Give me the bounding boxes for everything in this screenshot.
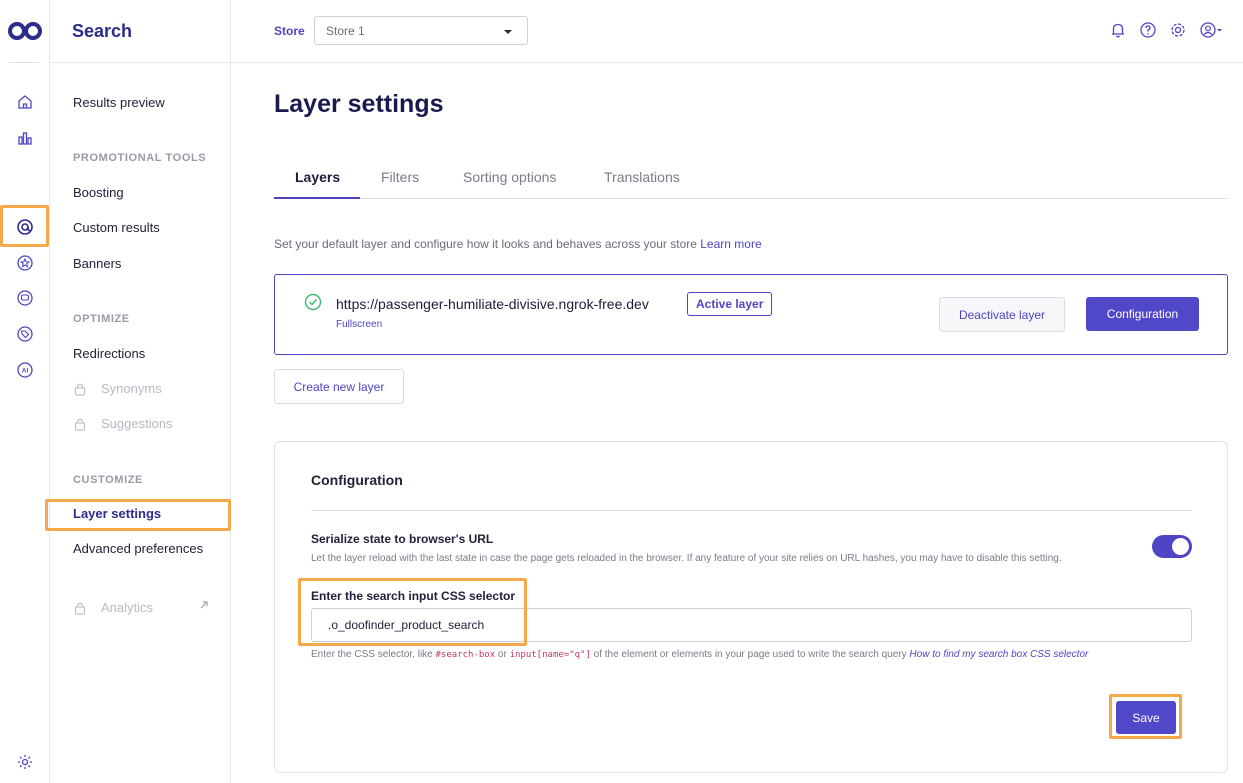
toggle-knob (1172, 538, 1189, 555)
layer-settings-highlight (45, 499, 231, 531)
sidebar-item-label: Synonyms (101, 381, 162, 396)
icon-rail: AI (0, 0, 50, 783)
sidebar-item-advanced-preferences[interactable]: Advanced preferences (73, 541, 203, 556)
intro-description: Set your default layer and configure how… (274, 237, 697, 251)
external-arrow-icon (200, 601, 208, 609)
sidebar-item-analytics[interactable]: Analytics (73, 600, 213, 615)
active-layer-badge: Active layer (687, 292, 773, 316)
layer-card: https://passenger-humiliate-divisive.ngr… (274, 274, 1228, 355)
gear-icon[interactable] (1169, 21, 1187, 39)
tab-sorting-options[interactable]: Sorting options (463, 169, 556, 185)
layer-type: Fullscreen (336, 319, 383, 330)
help-code-search-box: #search-box (435, 650, 496, 660)
page-title: Layer settings (274, 90, 444, 118)
help-text-start: Enter the CSS selector, like (311, 649, 433, 660)
home-icon[interactable] (14, 91, 36, 113)
svg-text:AI: AI (22, 368, 29, 375)
tab-layers[interactable]: Layers (295, 169, 340, 185)
chevron-down-icon (504, 30, 512, 34)
configuration-title: Configuration (311, 472, 403, 488)
ai-icon[interactable]: AI (14, 359, 36, 381)
sidebar-item-label: Suggestions (101, 416, 173, 431)
chat-icon[interactable] (14, 287, 36, 309)
check-circle-icon (304, 293, 322, 311)
star-badge-icon[interactable] (14, 252, 36, 274)
section-promotional-tools: PROMOTIONAL TOOLS (73, 152, 207, 164)
store-select-value: Store 1 (326, 24, 365, 38)
top-bar: Store Store 1 (231, 0, 1243, 63)
store-select[interactable]: Store 1 (314, 16, 528, 45)
user-menu-icon[interactable] (1199, 21, 1225, 39)
active-tab-indicator (274, 197, 360, 199)
bar-chart-icon[interactable] (14, 127, 36, 149)
rail-search-highlight (0, 205, 49, 247)
intro-text: Set your default layer and configure how… (274, 237, 762, 251)
css-selector-help: Enter the CSS selector, like #search-box… (311, 649, 1088, 660)
save-highlight (1109, 694, 1182, 739)
lock-icon (74, 602, 86, 615)
help-text-end: of the element or elements in your page … (593, 649, 907, 660)
bell-icon[interactable] (1109, 21, 1127, 39)
sidebar-item-boosting[interactable]: Boosting (73, 185, 124, 200)
sidebar-item-banners[interactable]: Banners (73, 256, 121, 271)
tab-translations[interactable]: Translations (604, 169, 680, 185)
sidebar-header: Search (50, 0, 230, 63)
help-code-input-q: input[name="q"] (509, 650, 591, 660)
sidebar-item-label: Analytics (101, 600, 154, 615)
logo-icon[interactable] (8, 20, 42, 42)
create-new-layer-button[interactable]: Create new layer (274, 369, 404, 404)
lock-icon (74, 383, 86, 396)
tab-bar: Layers Filters Sorting options Translati… (274, 161, 1228, 199)
tag-icon[interactable] (14, 323, 36, 345)
sidebar-item-results-preview[interactable]: Results preview (73, 95, 165, 110)
css-selector-highlight (298, 578, 527, 646)
lock-icon (74, 418, 86, 431)
css-selector-help-link[interactable]: How to find my search box CSS selector (909, 649, 1088, 660)
serialize-state-description: Let the layer reload with the last state… (311, 553, 1062, 564)
layer-url: https://passenger-humiliate-divisive.ngr… (336, 296, 649, 312)
section-sidebar: Search Results preview PROMOTIONAL TOOLS… (45, 0, 231, 783)
sidebar-item-suggestions[interactable]: Suggestions (73, 416, 173, 431)
sidebar-title: Search (72, 20, 133, 41)
sidebar-item-synonyms[interactable]: Synonyms (73, 381, 162, 396)
serialize-state-toggle[interactable] (1152, 535, 1192, 558)
settings-icon[interactable] (14, 751, 36, 773)
rail-divider (9, 62, 39, 63)
help-icon[interactable] (1139, 21, 1157, 39)
store-label: Store (274, 24, 305, 38)
section-optimize: OPTIMIZE (73, 313, 130, 325)
configuration-button[interactable]: Configuration (1086, 297, 1199, 331)
sidebar-item-redirections[interactable]: Redirections (73, 346, 145, 361)
top-icons (1109, 21, 1225, 39)
sidebar-item-custom-results[interactable]: Custom results (73, 220, 160, 235)
help-text-or: or (497, 649, 507, 660)
deactivate-layer-button[interactable]: Deactivate layer (939, 297, 1065, 332)
section-customize: CUSTOMIZE (73, 474, 143, 486)
tab-filters[interactable]: Filters (381, 169, 419, 185)
learn-more-link[interactable]: Learn more (700, 237, 761, 251)
divider (311, 510, 1192, 511)
serialize-state-title: Serialize state to browser's URL (311, 532, 494, 546)
